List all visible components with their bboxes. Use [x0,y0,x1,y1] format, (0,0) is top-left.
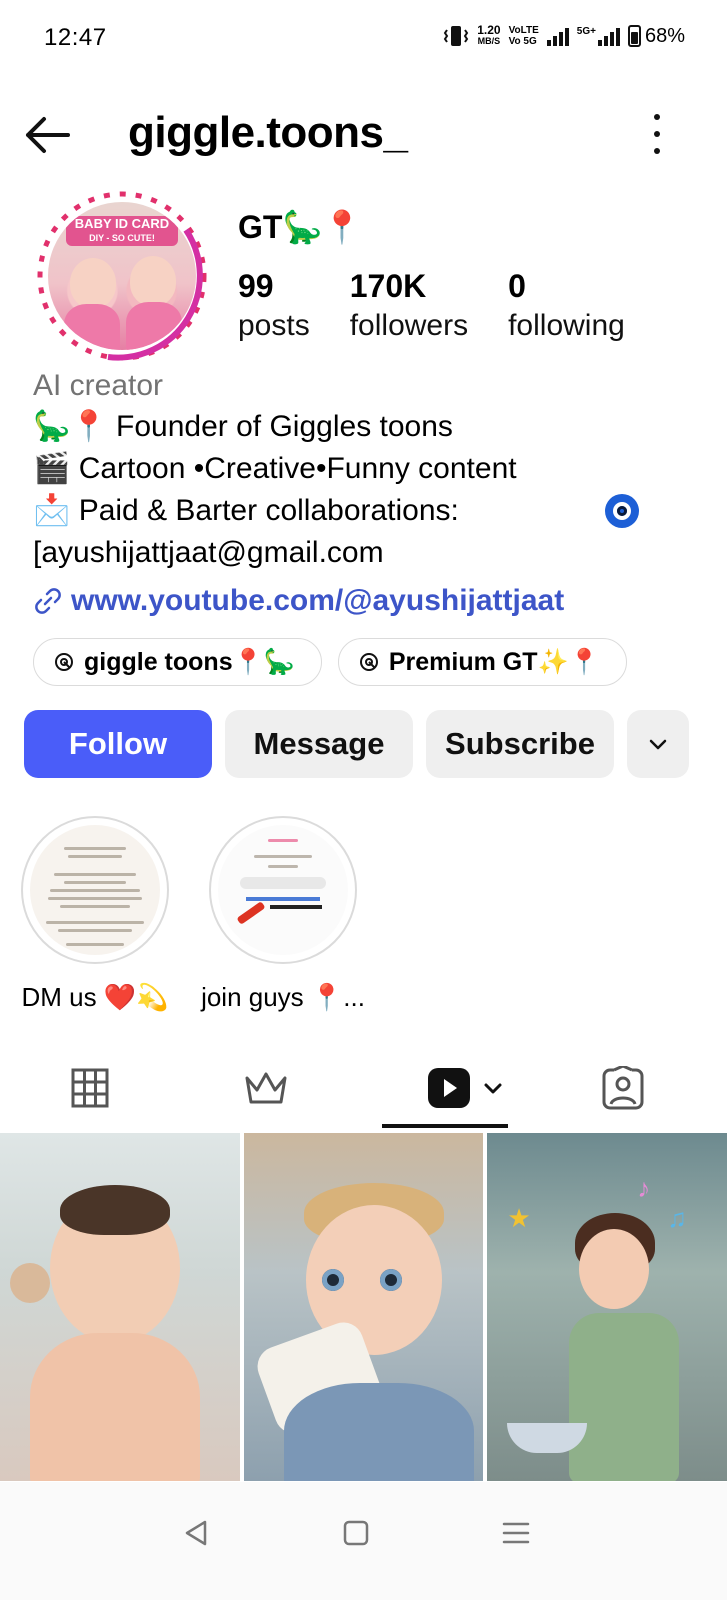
bio-line: 🦕📍 Founder of Giggles toons [33,410,453,443]
chip-label: giggle toons📍🦕 [84,647,295,676]
story-highlights: DM us ❤️💫 join guys 📍... [20,816,365,1013]
active-tab-indicator [382,1124,508,1128]
message-button[interactable]: Message [225,710,413,778]
highlight-cover [218,825,348,955]
stat-followers[interactable]: 170K followers [350,266,468,346]
status-icons: 1.20 MB/S VoLTE Vo 5G 5G+ 68% [443,24,685,48]
profile-avatar[interactable]: BABY ID CARD DIY - SO CUTE! [36,190,208,362]
stat-value: 99 [238,268,274,304]
back-arrow-icon [26,117,70,153]
battery-percent: 68% [644,24,685,47]
link-icon [35,588,61,614]
stat-posts[interactable]: 99 posts [238,266,310,346]
reels-icon [428,1068,470,1108]
chevron-down-icon [649,739,667,750]
grid-icon [71,1068,109,1108]
net-speed-value: 1.20 [477,23,501,37]
bio-line: [ayushijattjaat@gmail.com [33,536,384,569]
crown-icon [245,1072,287,1104]
tab-reels[interactable] [420,1056,512,1120]
more-options-button[interactable] [647,114,667,154]
avatar-image: BABY ID CARD DIY - SO CUTE! [48,202,196,350]
signal-icon-2: 5G+ [577,26,620,46]
reel-thumbnail[interactable]: ★ ♪ ♫ [487,1133,727,1481]
stat-following[interactable]: 0 following [508,266,625,346]
nav-recents-button[interactable] [486,1510,546,1556]
nazar-eye-icon [605,494,639,528]
avatar-banner-sub: DIY - SO CUTE! [89,233,155,243]
stat-label: following [508,309,625,342]
avatar-banner: BABY ID CARD DIY - SO CUTE! [66,216,178,246]
threads-chip[interactable]: Premium GT✨📍 [337,638,627,686]
system-nav-bar [0,1482,727,1600]
content-tabs [0,1046,727,1130]
dot-icon [654,131,660,137]
tagged-icon [602,1066,644,1110]
tab-posts[interactable] [60,1056,120,1120]
chip-label: Premium GT✨📍 [388,647,600,676]
suggested-dropdown-button[interactable] [627,710,689,778]
reel-thumbnail[interactable] [243,1133,484,1481]
battery-icon [627,25,641,47]
volte-indicator: VoLTE Vo 5G [509,25,539,47]
profile-stats: 99 posts 170K followers 0 following [238,266,665,346]
highlight-item[interactable]: join guys 📍... [201,816,365,1013]
tab-tagged[interactable] [598,1056,648,1120]
highlight-item[interactable]: DM us ❤️💫 [20,816,170,1013]
highlight-label: join guys 📍... [201,982,365,1012]
volte-2: Vo 5G [508,36,537,47]
highlight-cover [30,825,160,955]
status-time: 12:47 [44,24,107,51]
profile-category: AI creator [33,369,164,402]
stat-value: 170K [349,268,427,304]
dot-icon [654,148,660,154]
highlight-label: DM us ❤️💫 [21,982,169,1012]
status-bar: 12:47 1.20 MB/S VoLTE Vo 5G 5G+ 68% [0,0,727,80]
subscribe-button[interactable]: Subscribe [426,710,614,778]
nav-home-button[interactable] [326,1510,386,1556]
volte-1: VoLTE [508,25,539,36]
reel-thumbnail[interactable] [0,1133,240,1481]
chevron-down-icon [484,1083,502,1094]
link-text[interactable]: www.youtube.com/@ayushijattjaat [71,584,564,618]
signal-icon-1 [546,26,569,46]
menu-recents-icon [502,1522,530,1544]
stat-label: posts [238,309,310,342]
profile-bio: AI creator 🦕📍 Founder of Giggles toons 🎬… [33,366,713,574]
dot-icon [654,114,660,120]
network-5g-label: 5G+ [576,26,596,37]
net-speed-unit: MB/S [477,36,501,46]
back-button[interactable] [22,112,72,158]
highlight-ring [209,816,357,964]
vibrate-icon [444,26,469,46]
stat-value: 0 [508,268,526,304]
bio-line: 🎬 Cartoon •Creative•Funny content [33,452,517,485]
nav-back-button[interactable] [166,1510,226,1556]
follow-button[interactable]: Follow [24,710,212,778]
threads-chip[interactable]: giggle toons📍🦕 [33,638,322,686]
threads-icon [359,653,378,671]
network-speed: 1.20 MB/S [477,23,501,47]
threads-icon [55,653,73,671]
display-name: GT🦕📍 [238,209,363,245]
profile-actions: Follow Message Subscribe [24,710,689,778]
battery-indicator: 68% [627,24,685,48]
highlight-ring [21,816,169,964]
threads-chips: giggle toons📍🦕 Premium GT✨📍 [33,638,627,686]
profile-username: giggle.toons_ [128,108,408,157]
tab-exclusive[interactable] [236,1056,296,1120]
profile-header: giggle.toons_ [0,100,727,170]
avatar-banner-title: BABY ID CARD [74,216,170,231]
reels-grid: ★ ♪ ♫ [0,1133,727,1481]
stat-label: followers [349,309,469,342]
profile-link[interactable]: www.youtube.com/@ayushijattjaat [33,584,564,618]
square-home-icon [343,1520,369,1546]
triangle-back-icon [185,1520,207,1546]
